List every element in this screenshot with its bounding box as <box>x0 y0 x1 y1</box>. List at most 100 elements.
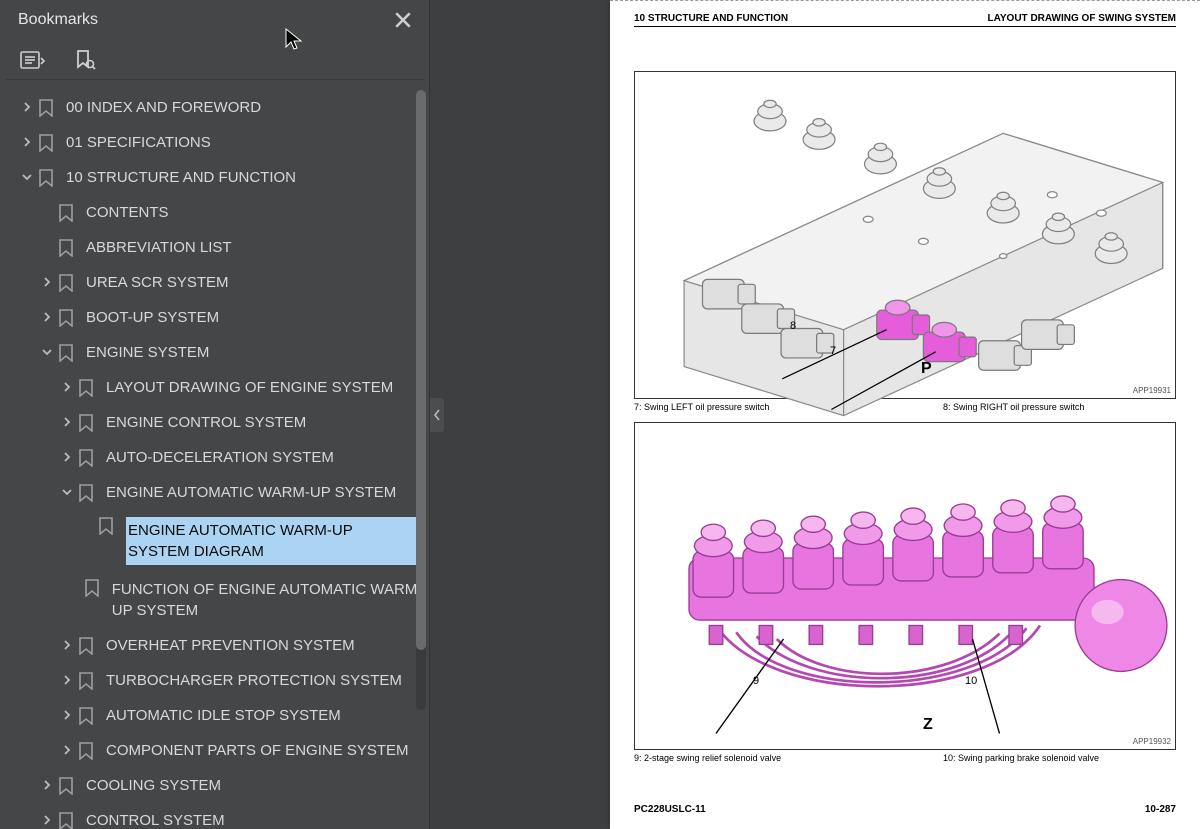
page-header: 10 STRUCTURE AND FUNCTION LAYOUT DRAWING… <box>634 13 1176 27</box>
chevron-down-icon[interactable] <box>36 346 58 360</box>
bookmark-item[interactable]: ENGINE AUTOMATIC WARM-UP SYSTEM <box>4 475 430 510</box>
bookmark-item[interactable]: 00 INDEX AND FOREWORD <box>4 90 430 125</box>
callout-9: 9 <box>753 675 759 687</box>
bookmark-icon <box>78 707 94 725</box>
page: 10 STRUCTURE AND FUNCTION LAYOUT DRAWING… <box>610 0 1200 829</box>
bookmark-icon <box>38 99 54 117</box>
bookmark-item[interactable]: ENGINE AUTOMATIC WARM-UP SYSTEM DIAGRAM <box>4 510 430 572</box>
chevron-right-icon[interactable] <box>16 101 38 115</box>
manifold-illustration <box>635 72 1175 440</box>
bookmark-item[interactable]: COMPONENT PARTS OF ENGINE SYSTEM <box>4 733 430 768</box>
cursor-icon <box>284 27 304 53</box>
bookmark-item[interactable]: ABBREVIATION LIST <box>4 230 430 265</box>
chevron-right-icon[interactable] <box>56 381 78 395</box>
bookmark-label: CONTENTS <box>86 202 169 223</box>
chevron-right-icon[interactable] <box>56 639 78 653</box>
chevron-right-icon[interactable] <box>36 814 58 828</box>
bookmark-label: ENGINE SYSTEM <box>86 342 209 363</box>
bookmark-icon <box>58 812 74 829</box>
bookmark-icon <box>78 414 94 432</box>
bookmark-label: CONTROL SYSTEM <box>86 810 225 829</box>
panel-title: Bookmarks <box>18 11 98 29</box>
chevron-right-icon[interactable] <box>36 779 58 793</box>
gutter <box>430 0 610 829</box>
page-view[interactable]: 10 STRUCTURE AND FUNCTION LAYOUT DRAWING… <box>610 0 1200 829</box>
chevron-down-icon[interactable] <box>16 171 38 185</box>
valve-pack-illustration <box>635 423 1175 774</box>
chevron-right-icon[interactable] <box>56 674 78 688</box>
find-bookmark-icon[interactable] <box>70 45 100 75</box>
collapse-panel-icon[interactable] <box>430 398 444 432</box>
bookmark-label: COOLING SYSTEM <box>86 775 221 796</box>
footer-left: PC228USLC-11 <box>634 804 706 815</box>
bookmark-label: ABBREVIATION LIST <box>86 237 232 258</box>
bookmark-label: ENGINE AUTOMATIC WARM-UP SYSTEM <box>106 482 396 503</box>
bookmark-item[interactable]: ENGINE SYSTEM <box>4 335 430 370</box>
scrollbar[interactable] <box>416 90 426 710</box>
bookmark-icon <box>58 204 74 222</box>
chevron-right-icon[interactable] <box>56 416 78 430</box>
bookmark-icon <box>78 637 94 655</box>
bookmark-item[interactable]: LAYOUT DRAWING OF ENGINE SYSTEM <box>4 370 430 405</box>
bookmark-item[interactable]: TURBOCHARGER PROTECTION SYSTEM <box>4 663 430 698</box>
bookmark-icon <box>58 777 74 795</box>
bookmark-item[interactable]: CONTENTS <box>4 195 430 230</box>
bookmark-item[interactable]: ENGINE CONTROL SYSTEM <box>4 405 430 440</box>
bookmarks-panel: Bookmarks <box>0 0 430 829</box>
bookmark-icon <box>78 449 94 467</box>
figure-id: APP19932 <box>1133 737 1171 746</box>
bookmark-label: AUTOMATIC IDLE STOP SYSTEM <box>106 705 341 726</box>
bookmark-label: OVERHEAT PREVENTION SYSTEM <box>106 635 355 656</box>
bookmark-label: 00 INDEX AND FOREWORD <box>66 97 261 118</box>
bookmark-icon <box>38 134 54 152</box>
bookmark-icon <box>58 274 74 292</box>
bookmark-label: AUTO-DECELERATION SYSTEM <box>106 447 334 468</box>
page-footer: PC228USLC-11 10-287 <box>634 804 1176 815</box>
chevron-right-icon[interactable] <box>56 744 78 758</box>
view-label-z: Z <box>923 716 933 734</box>
bookmark-item[interactable]: AUTOMATIC IDLE STOP SYSTEM <box>4 698 430 733</box>
chevron-right-icon[interactable] <box>36 276 58 290</box>
chevron-right-icon[interactable] <box>56 451 78 465</box>
bookmark-item[interactable]: BOOT-UP SYSTEM <box>4 300 430 335</box>
bookmark-icon <box>38 169 54 187</box>
callout-7: 7 <box>830 345 836 357</box>
bookmark-label: ENGINE CONTROL SYSTEM <box>106 412 306 433</box>
bookmark-label: LAYOUT DRAWING OF ENGINE SYSTEM <box>106 377 393 398</box>
bookmark-icon <box>58 239 74 257</box>
bookmark-tree: 00 INDEX AND FOREWORD 01 SPECIFICATIONS 10… <box>0 80 430 829</box>
bookmark-label: FUNCTION OF ENGINE AUTOMATIC WARM-UP SYS… <box>112 579 430 621</box>
bookmark-label: 10 STRUCTURE AND FUNCTION <box>66 167 296 188</box>
panel-toolbar <box>6 40 424 80</box>
bookmark-item[interactable]: AUTO-DECELERATION SYSTEM <box>4 440 430 475</box>
chevron-right-icon[interactable] <box>16 136 38 150</box>
bookmark-label: BOOT-UP SYSTEM <box>86 307 219 328</box>
bookmark-item[interactable]: FUNCTION OF ENGINE AUTOMATIC WARM-UP SYS… <box>4 572 430 628</box>
bookmark-item[interactable]: COOLING SYSTEM <box>4 768 430 803</box>
figure-1: 8 7 P APP19931 <box>634 71 1176 399</box>
app-root: Bookmarks <box>0 0 1200 829</box>
figure-2: 9 10 Z APP19932 <box>634 422 1176 750</box>
bookmark-label: TURBOCHARGER PROTECTION SYSTEM <box>106 670 402 691</box>
bookmark-label: UREA SCR SYSTEM <box>86 272 229 293</box>
bookmark-item[interactable]: CONTROL SYSTEM <box>4 803 430 829</box>
close-icon[interactable] <box>394 11 412 29</box>
bookmark-icon <box>58 309 74 327</box>
bookmark-item[interactable]: OVERHEAT PREVENTION SYSTEM <box>4 628 430 663</box>
options-icon[interactable] <box>18 45 48 75</box>
bookmark-icon <box>78 672 94 690</box>
header-left: 10 STRUCTURE AND FUNCTION <box>634 13 788 24</box>
bookmark-item[interactable]: 10 STRUCTURE AND FUNCTION <box>4 160 430 195</box>
callout-10: 10 <box>965 675 977 687</box>
bookmark-item[interactable]: 01 SPECIFICATIONS <box>4 125 430 160</box>
chevron-right-icon[interactable] <box>56 709 78 723</box>
bookmark-icon <box>78 484 94 502</box>
callout-8: 8 <box>790 320 796 332</box>
header-right: LAYOUT DRAWING OF SWING SYSTEM <box>987 13 1176 24</box>
bookmark-item[interactable]: UREA SCR SYSTEM <box>4 265 430 300</box>
chevron-right-icon[interactable] <box>36 311 58 325</box>
view-label-p: P <box>921 360 932 378</box>
chevron-down-icon[interactable] <box>56 486 78 500</box>
bookmark-icon <box>98 517 114 535</box>
bookmark-label: 01 SPECIFICATIONS <box>66 132 211 153</box>
